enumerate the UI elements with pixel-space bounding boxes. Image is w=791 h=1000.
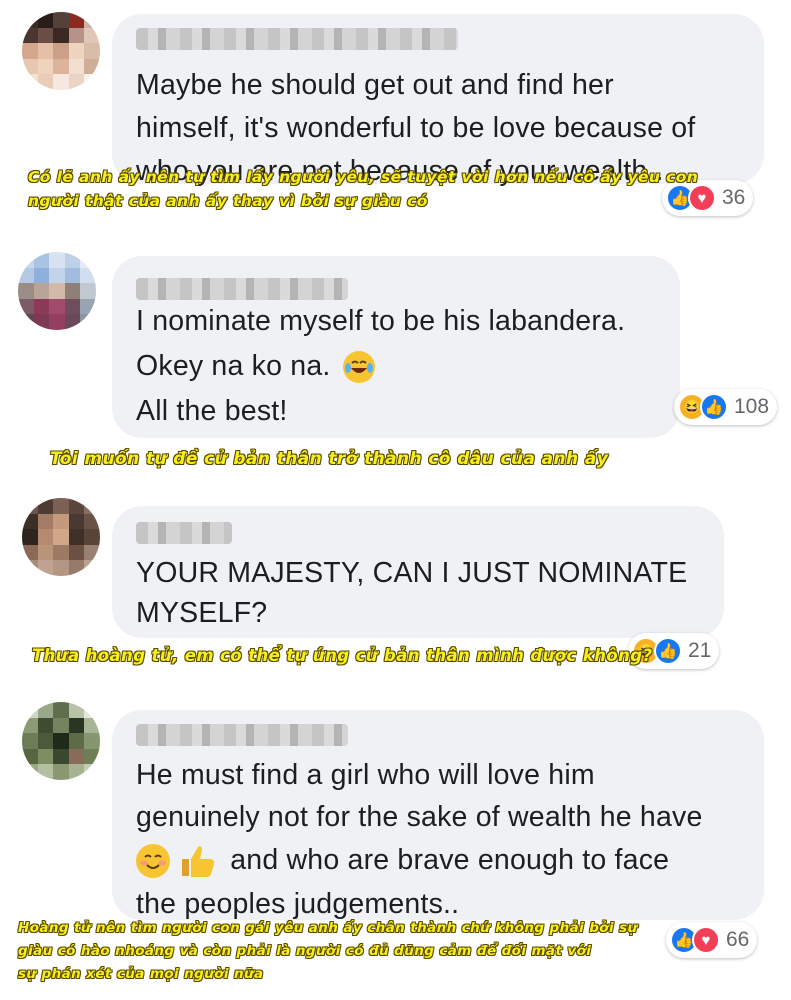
comment-text-line: himself, it's wonderful to be love becau… <box>136 112 696 144</box>
translation-caption-line: Có lẽ anh ấy nên tự tìm lấy người yêu, s… <box>28 168 699 186</box>
translation-caption-line: giàu có hào nhoáng và còn phải là người … <box>18 943 592 959</box>
avatar[interactable] <box>22 498 100 576</box>
reaction-count: 21 <box>688 639 712 662</box>
smiling-face-emoji-icon <box>136 844 170 879</box>
comment-bubble: I nominate myself to be his labandera. O… <box>112 256 680 438</box>
translation-caption-line: Thưa hoàng tử, em có thể tự ứng cử bản t… <box>32 646 653 665</box>
love-icon: ♥ <box>692 926 720 954</box>
translation-caption-line: Hoàng tử nên tìm người con gái yêu anh ấ… <box>18 920 638 936</box>
reaction-count: 66 <box>726 928 750 951</box>
avatar[interactable] <box>22 702 100 780</box>
avatar[interactable] <box>18 252 96 330</box>
reaction-summary[interactable]: 😆 👍 108 <box>674 389 778 425</box>
commenter-name-blurred[interactable] <box>136 522 232 544</box>
comment-text-line: I nominate myself to be his labandera. <box>136 305 626 337</box>
translation-caption-line: Tôi muốn tự đề cử bản thân trở thành cô … <box>50 449 609 469</box>
reaction-count: 36 <box>722 186 746 209</box>
avatar[interactable] <box>22 12 100 90</box>
comment-text-line: genuinely not for the sake of wealth he … <box>136 801 703 833</box>
thumbs-up-emoji-icon <box>178 843 216 879</box>
comment-text-line: Maybe he should get out and find her <box>136 69 614 101</box>
comment-text-line: He must find a girl who will love him <box>136 759 595 791</box>
comment-text: and who are brave enough to face <box>230 844 670 876</box>
comment-text-line: MYSELF? <box>136 597 268 629</box>
like-icon: 👍 <box>700 393 728 421</box>
comment-text: Okey na ko na. <box>136 350 331 382</box>
like-icon: 👍 <box>654 637 682 665</box>
reaction-summary[interactable]: 👍 ♥ 66 <box>666 922 758 958</box>
translation-caption-line: sự phán xét của mọi người nữa <box>18 966 264 982</box>
love-icon: ♥ <box>688 184 716 212</box>
commenter-name-blurred[interactable] <box>136 724 348 746</box>
comment-bubble: He must find a girl who will love him ge… <box>112 710 764 920</box>
reaction-count: 108 <box>734 395 770 418</box>
tears-of-joy-emoji-icon <box>342 351 375 384</box>
comment-text-line: Okey na ko na. <box>136 345 375 388</box>
comment-text-line: YOUR MAJESTY, CAN I JUST NOMINATE <box>136 557 688 589</box>
translation-caption-line: người thật của anh ấy thay vì bởi sự già… <box>28 192 428 210</box>
commenter-name-blurred[interactable] <box>136 28 458 50</box>
comment-bubble: Maybe he should get out and find her him… <box>112 14 764 187</box>
comment-text-line: All the best! <box>136 395 288 427</box>
comment-bubble: YOUR MAJESTY, CAN I JUST NOMINATE MYSELF… <box>112 506 724 638</box>
comment-text-line: and who are brave enough to face <box>136 839 669 882</box>
commenter-name-blurred[interactable] <box>136 278 348 300</box>
